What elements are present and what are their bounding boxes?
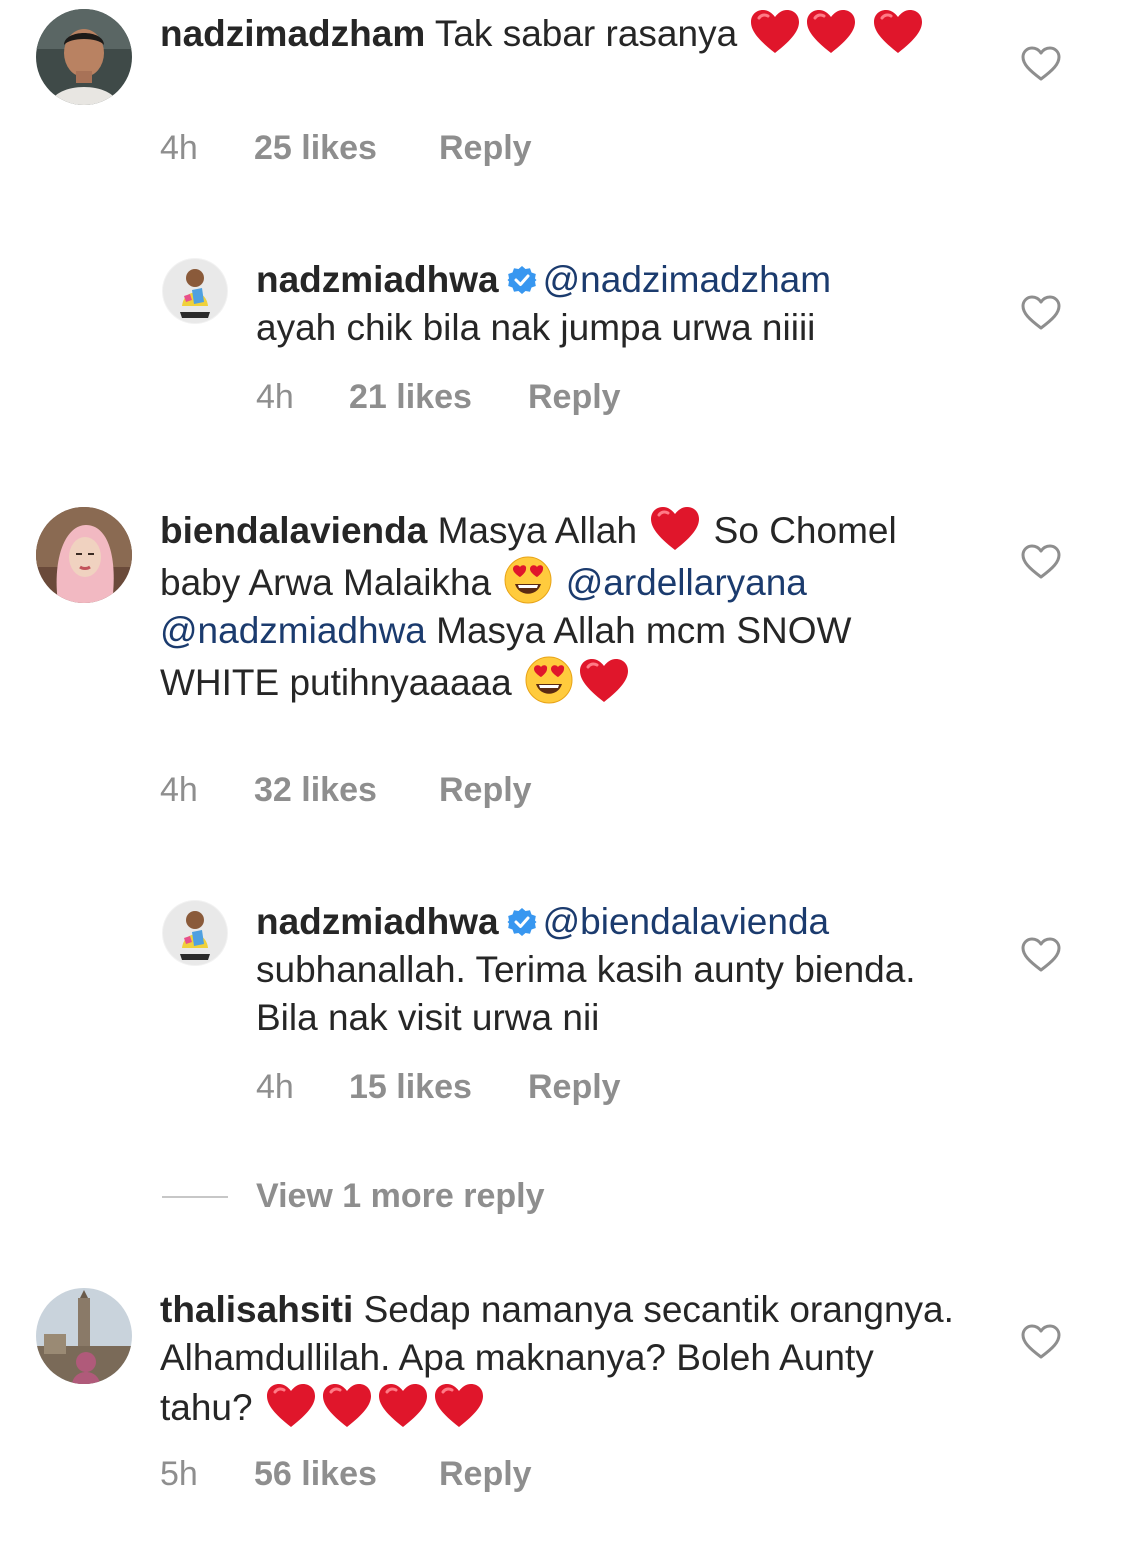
like-heart-icon[interactable] (1021, 1324, 1061, 1360)
reply-button[interactable]: Reply (439, 1452, 532, 1496)
heart-emoji-icon (649, 505, 701, 553)
likes-count[interactable]: 25 likes (254, 126, 377, 170)
comment-body: nadzimadzham Tak sabar rasanya (160, 8, 960, 58)
heart-emoji-icon (805, 8, 857, 56)
mention-link[interactable]: @nadzmiadhwa (160, 610, 426, 651)
mention-link[interactable]: @ardellaryana (566, 562, 807, 603)
comment-text: ayah chik bila nak jumpa urwa niiii (256, 307, 816, 348)
reply-button[interactable]: Reply (439, 126, 532, 170)
username[interactable]: biendalavienda (160, 510, 427, 551)
heart-emoji-icon (578, 657, 630, 705)
comment-text: Masya Allah (437, 510, 638, 551)
avatar[interactable] (36, 507, 132, 603)
reply-button[interactable]: Reply (528, 375, 621, 419)
verified-badge-icon (507, 265, 537, 295)
reply-button[interactable]: Reply (528, 1065, 621, 1109)
likes-count[interactable]: 15 likes (349, 1065, 472, 1109)
comment-body: nadzmiadhwa @biendalavienda subhanallah. … (256, 898, 976, 1042)
heart-emoji-icon (377, 1382, 429, 1430)
username[interactable]: thalisahsiti (160, 1289, 353, 1330)
username[interactable]: nadzimadzham (160, 13, 425, 54)
divider (162, 1196, 228, 1198)
heart-emoji-icon (872, 8, 924, 56)
avatar[interactable] (36, 9, 132, 105)
mention-link[interactable]: @biendalavienda (543, 901, 830, 942)
avatar[interactable] (162, 900, 228, 966)
heart-emoji-icon (433, 1382, 485, 1430)
view-more-replies-label: View 1 more reply (256, 1177, 545, 1215)
verified-badge-icon (507, 907, 537, 937)
comment-text: Tak sabar rasanya (434, 13, 738, 54)
comment-text: subhanallah. Terima kasih aunty bienda. … (256, 949, 916, 1038)
username[interactable]: nadzmiadhwa (256, 901, 499, 942)
comment-body: thalisahsiti Sedap namanya secantik oran… (160, 1286, 960, 1432)
likes-count[interactable]: 21 likes (349, 375, 472, 419)
comment-body: biendalavienda Masya Allah So Chomel bab… (160, 505, 960, 707)
like-heart-icon[interactable] (1021, 295, 1061, 331)
avatar[interactable] (36, 1288, 132, 1384)
timestamp: 4h (160, 129, 198, 167)
timestamp: 5h (160, 1455, 198, 1493)
timestamp: 4h (160, 771, 198, 809)
reply-button[interactable]: Reply (439, 768, 532, 812)
like-heart-icon[interactable] (1021, 46, 1061, 82)
heart-eyes-emoji-icon (503, 555, 553, 605)
like-heart-icon[interactable] (1021, 544, 1061, 580)
timestamp: 4h (256, 378, 294, 416)
like-heart-icon[interactable] (1021, 937, 1061, 973)
likes-count[interactable]: 56 likes (254, 1452, 377, 1496)
comment-body: nadzmiadhwa @nadzimadzham ayah chik bila … (256, 256, 976, 352)
heart-emoji-icon (749, 8, 801, 56)
mention-link[interactable]: @nadzimadzham (543, 259, 831, 300)
username[interactable]: nadzmiadhwa (256, 259, 499, 300)
heart-emoji-icon (321, 1382, 373, 1430)
avatar[interactable] (162, 258, 228, 324)
heart-emoji-icon (265, 1382, 317, 1430)
heart-eyes-emoji-icon (524, 655, 574, 705)
timestamp: 4h (256, 1068, 294, 1106)
likes-count[interactable]: 32 likes (254, 768, 377, 812)
